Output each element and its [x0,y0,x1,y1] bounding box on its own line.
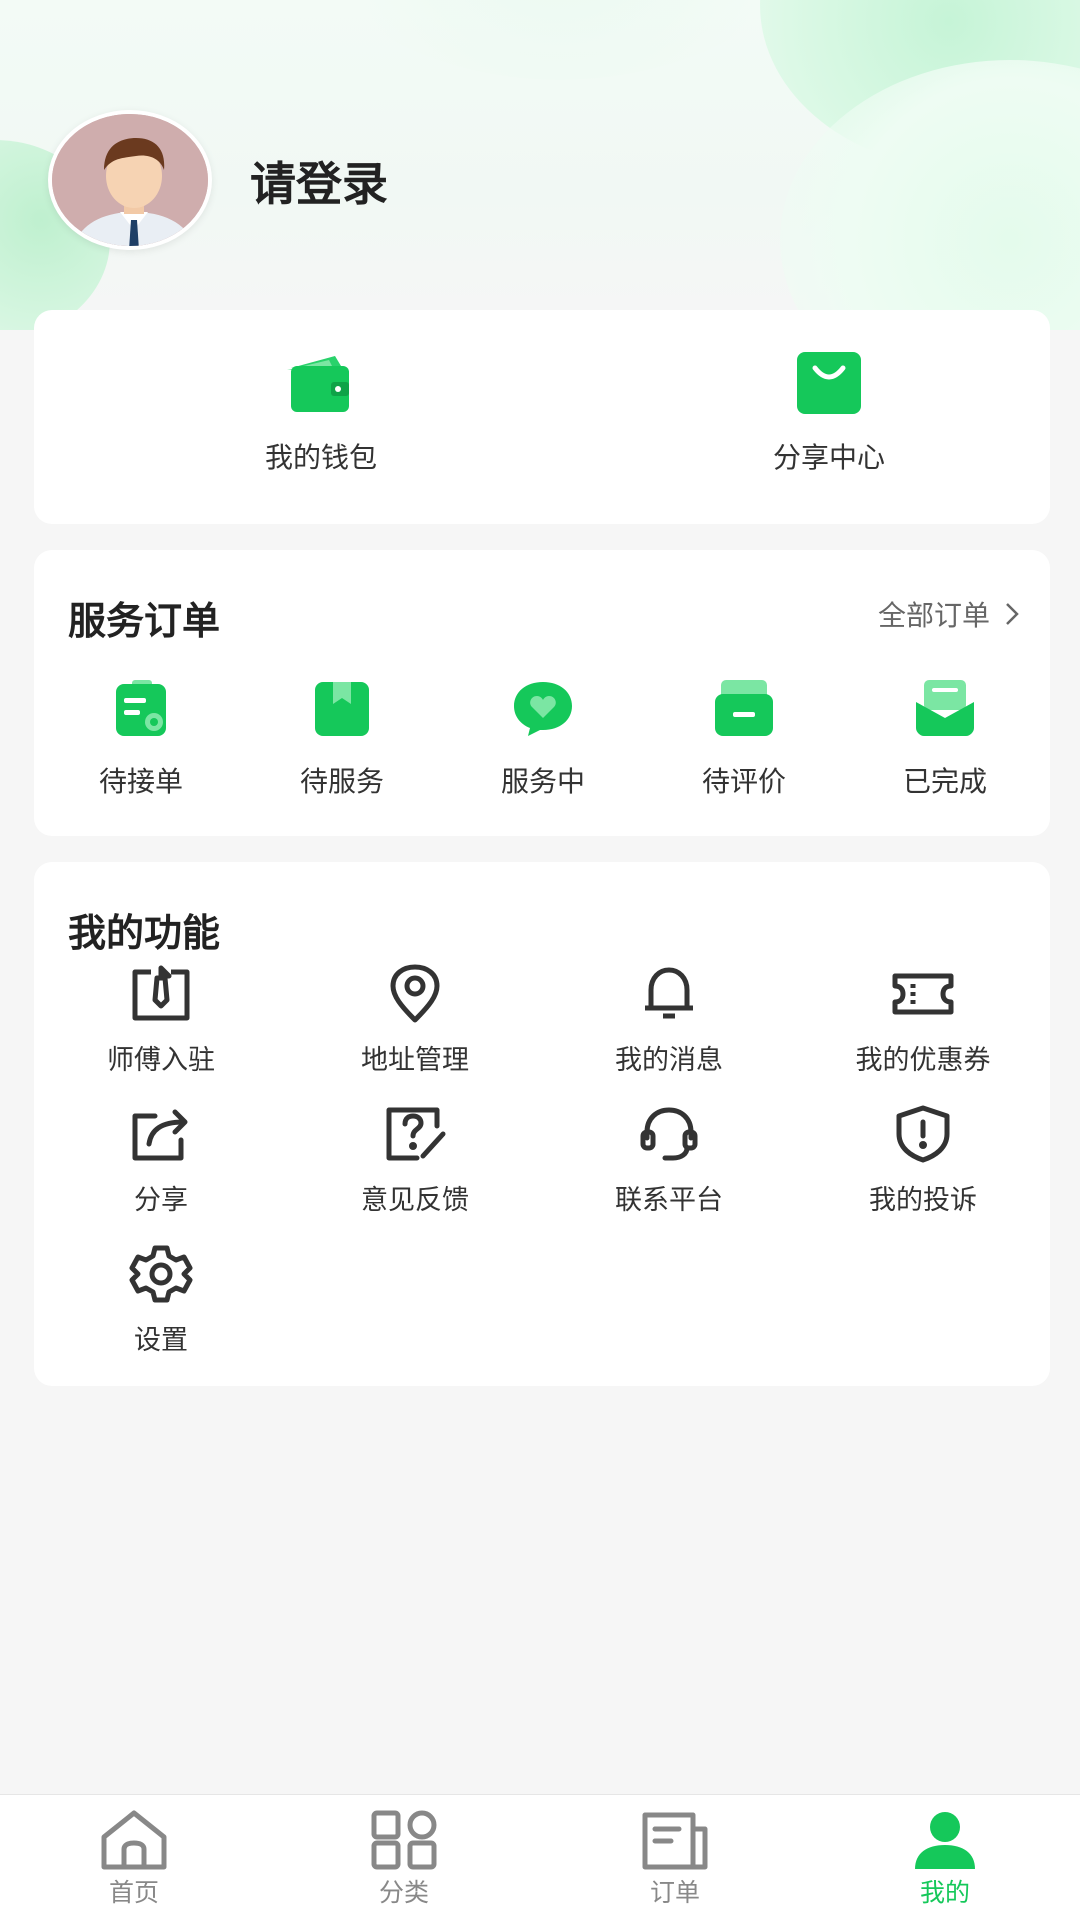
feature-label: 意见反馈 [361,1185,469,1216]
feature-label: 我的优惠券 [855,1045,991,1076]
tab-label: 订单 [649,1878,700,1907]
order-status-label: 服务中 [500,765,585,798]
section-title: 我的功能 [68,911,221,955]
user-icon [915,1812,975,1869]
feature-label: 联系平台 [615,1185,723,1216]
order-status-label: 待接单 [98,765,183,798]
order-status-pending-service[interactable]: 待服务 [257,678,427,800]
order-status-label: 待评价 [701,765,786,798]
section-title: 服务订单 [68,599,221,643]
gear-icon [129,1245,193,1303]
service-orders-card: 服务订单 全部订单 待接单 待服务 服务中 待评价 已完成 [34,550,1050,836]
feature-my-messages[interactable]: 我的消息 [559,964,779,1077]
tab-mine[interactable]: 我的 [875,1809,1015,1909]
wallet-card: 我的钱包 分享中心 [34,310,1050,524]
tab-category[interactable]: 分类 [334,1809,474,1909]
shield-alert-icon [896,1105,950,1163]
clipboard-icon [116,680,166,736]
share-center-button[interactable]: 分享中心 [679,350,979,476]
order-status-pending-review[interactable]: 待评价 [659,678,829,800]
feature-contact-platform[interactable]: 联系平台 [559,1104,779,1217]
feature-technician-join[interactable]: 师傅入驻 [51,964,271,1077]
shopping-bag-icon [797,352,861,414]
decor-blob [300,0,820,80]
bottom-tab-bar: 首页 分类 订单 我的 [0,1794,1080,1920]
home-icon [101,1810,167,1870]
feature-feedback[interactable]: 意见反馈 [305,1104,525,1217]
feature-label: 设置 [134,1325,188,1356]
feature-label: 师傅入驻 [107,1045,215,1076]
chevron-right-icon [1006,603,1019,625]
wallet-icon [287,356,349,412]
tie-badge-icon [132,965,190,1021]
chat-heart-icon [514,682,572,736]
feature-label: 分享 [134,1185,188,1216]
login-prompt[interactable]: 请登录 [250,148,388,214]
my-features-card: 我的功能 师傅入驻 地址管理 我的消息 我的优惠券 分享 意见反馈 联系平台 我… [34,862,1050,1386]
order-status-completed[interactable]: 已完成 [860,678,1030,800]
order-status-in-service[interactable]: 服务中 [458,678,628,800]
order-status-pending-accept[interactable]: 待接单 [56,678,226,800]
inbox-icon [715,680,773,736]
tab-label: 分类 [378,1878,429,1907]
wallet-button[interactable]: 我的钱包 [171,350,471,476]
location-pin-icon [390,964,440,1023]
feature-settings[interactable]: 设置 [51,1244,271,1357]
feature-label: 地址管理 [361,1045,469,1076]
wallet-label: 我的钱包 [264,441,377,474]
bookmark-icon [315,682,369,736]
feature-my-complaints[interactable]: 我的投诉 [813,1104,1033,1217]
feedback-icon [386,1107,446,1161]
all-orders-link[interactable]: 全部订单 [878,594,1020,634]
order-list-icon [642,1812,708,1870]
tab-label: 我的 [919,1878,970,1907]
feature-share[interactable]: 分享 [51,1104,271,1217]
bell-icon [645,967,693,1019]
envelope-open-icon [916,680,974,736]
feature-label: 我的消息 [615,1045,723,1076]
order-status-label: 待服务 [299,765,384,798]
headset-icon [640,1107,698,1161]
share-icon [132,1109,188,1161]
avatar[interactable] [48,110,212,250]
feature-label: 我的投诉 [869,1185,977,1216]
ticket-icon [892,973,954,1015]
all-orders-label: 全部订单 [877,599,990,632]
category-grid-icon [371,1810,437,1870]
tab-home[interactable]: 首页 [64,1809,204,1909]
order-status-label: 已完成 [902,765,987,798]
tab-orders[interactable]: 订单 [605,1809,745,1909]
tab-label: 首页 [108,1878,159,1907]
feature-address-management[interactable]: 地址管理 [305,964,525,1077]
feature-my-coupons[interactable]: 我的优惠券 [813,964,1033,1077]
share-center-label: 分享中心 [772,441,885,474]
